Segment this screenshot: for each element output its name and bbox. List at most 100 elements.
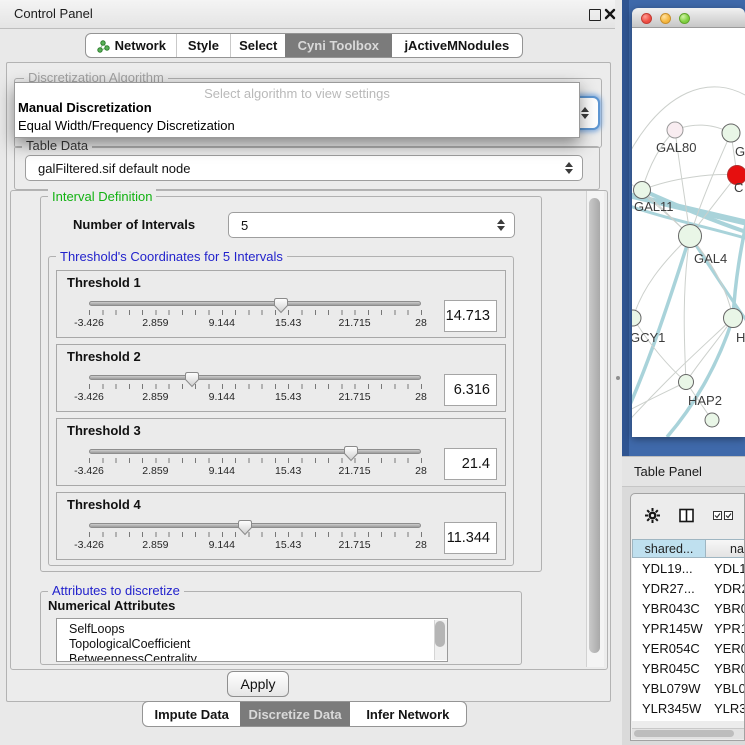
slider-track[interactable] bbox=[89, 523, 421, 528]
network-node[interactable] bbox=[724, 309, 743, 328]
slider-tick-label: 28 bbox=[415, 317, 427, 329]
table-cell: YDR27... bbox=[632, 581, 706, 596]
slider-track[interactable] bbox=[89, 375, 421, 380]
mac-zoom-icon[interactable] bbox=[679, 13, 690, 24]
number-of-intervals-combobox[interactable]: 5 bbox=[228, 212, 515, 238]
network-node[interactable] bbox=[705, 413, 719, 427]
attributes-list-scrollbar-thumb[interactable] bbox=[435, 621, 445, 647]
threshold-value-field[interactable]: 14.713 bbox=[444, 300, 497, 332]
table-row[interactable]: YDL19...YDL1 bbox=[632, 558, 745, 578]
checkbox-icon[interactable] bbox=[713, 511, 722, 520]
table-row[interactable]: YBL079WYBL0 bbox=[632, 678, 745, 698]
threshold-value-field[interactable]: 11.344 bbox=[444, 522, 497, 554]
numerical-attributes-list[interactable]: SelfLoopsTopologicalCoefficientBetweenne… bbox=[56, 618, 448, 662]
network-node[interactable] bbox=[679, 225, 702, 248]
network-node-label: GA bbox=[735, 144, 745, 159]
tab-select[interactable]: Select bbox=[230, 34, 285, 57]
vertical-scrollbar-thumb[interactable] bbox=[589, 198, 600, 653]
slider-scale-labels: -3.4262.8599.14415.4321.71528 bbox=[89, 465, 421, 477]
tab-network[interactable]: Network bbox=[86, 34, 176, 57]
threshold-panel: Threshold 4 -3.4262.8599.14415.4321.7152… bbox=[56, 492, 506, 560]
gear-icon[interactable] bbox=[644, 507, 661, 524]
close-icon[interactable] bbox=[604, 8, 616, 20]
column-header-shared[interactable]: shared... bbox=[632, 539, 706, 558]
number-of-intervals-value: 5 bbox=[241, 218, 248, 233]
threshold-label: Threshold 2 bbox=[67, 349, 141, 364]
control-panel-tabbar: Network Style Select Cyni Toolbox jActiv… bbox=[85, 33, 523, 58]
tab-label: Style bbox=[188, 38, 219, 53]
slider-tick-label: 9.144 bbox=[209, 465, 235, 477]
table-row[interactable]: YBR043CYBR0 bbox=[632, 598, 745, 618]
threshold-value-field[interactable]: 6.316 bbox=[444, 374, 497, 406]
table-cell: YER054C bbox=[632, 641, 706, 656]
network-view-window[interactable]: GAL80GACGAL11GAL4GCY1HHAP2 bbox=[632, 8, 745, 437]
tab-jactivemnodules[interactable]: jActiveMNodules bbox=[392, 34, 522, 57]
float-window-icon[interactable] bbox=[589, 9, 601, 21]
tab-style[interactable]: Style bbox=[176, 34, 231, 57]
slider-tick-label: 28 bbox=[415, 539, 427, 551]
threshold-slider[interactable]: -3.4262.8599.14415.4321.71528 bbox=[89, 371, 421, 409]
table-data-group-title: Table Data bbox=[22, 138, 92, 153]
dropdown-option-equal-width-frequency[interactable]: Equal Width/Frequency Discretization bbox=[18, 118, 235, 133]
mac-close-icon[interactable] bbox=[641, 13, 652, 24]
table-cell: YBL079W bbox=[632, 681, 706, 696]
mac-minimize-icon[interactable] bbox=[660, 13, 671, 24]
slider-track[interactable] bbox=[89, 449, 421, 454]
panel-splitter-handle[interactable] bbox=[616, 376, 620, 380]
network-node-label: GAL11 bbox=[634, 199, 674, 214]
table-cell: YBR0 bbox=[706, 661, 745, 676]
network-node[interactable] bbox=[722, 124, 740, 142]
attribute-item[interactable]: BetweennessCentrality bbox=[57, 652, 447, 662]
threshold-slider[interactable]: -3.4262.8599.14415.4321.71528 bbox=[89, 519, 421, 557]
table-cell: YIL052C bbox=[632, 721, 706, 722]
column-header-name[interactable]: na bbox=[706, 539, 745, 558]
table-row[interactable]: YDR27...YDR2 bbox=[632, 578, 745, 598]
attribute-item[interactable]: TopologicalCoefficient bbox=[57, 637, 447, 652]
network-window-titlebar[interactable] bbox=[632, 8, 745, 28]
table-row[interactable]: YIL052CYIL0 bbox=[632, 718, 745, 721]
threshold-label: Threshold 3 bbox=[67, 423, 141, 438]
checkbox-icon[interactable] bbox=[724, 511, 733, 520]
network-node[interactable] bbox=[632, 310, 641, 326]
attribute-item[interactable]: SelfLoops bbox=[57, 622, 447, 637]
table-header-row: shared... na bbox=[632, 539, 745, 558]
algorithm-dropdown-popup: Select algorithm to view settings Manual… bbox=[14, 82, 580, 138]
tab-cyni-toolbox[interactable]: Cyni Toolbox bbox=[285, 34, 392, 57]
tab-impute-data[interactable]: Impute Data bbox=[143, 702, 240, 726]
table-cell: YLR3 bbox=[706, 701, 745, 716]
threshold-value-field[interactable]: 21.4 bbox=[444, 448, 497, 480]
slider-tick-label: 21.715 bbox=[339, 317, 371, 329]
threshold-slider[interactable]: -3.4262.8599.14415.4321.71528 bbox=[89, 297, 421, 335]
horizontal-scrollbar-thumb[interactable] bbox=[634, 730, 734, 737]
network-node[interactable] bbox=[634, 182, 651, 199]
slider-ticks bbox=[89, 532, 422, 537]
table-row[interactable]: YLR345WYLR3 bbox=[632, 698, 745, 718]
table-cell: YLR345W bbox=[632, 701, 706, 716]
table-cell: YBR043C bbox=[632, 601, 706, 616]
network-node[interactable] bbox=[667, 122, 683, 138]
slider-tick-label: 15.43 bbox=[275, 317, 301, 329]
slider-scale-labels: -3.4262.8599.14415.4321.71528 bbox=[89, 539, 421, 551]
tab-label: Impute Data bbox=[154, 707, 228, 722]
dropdown-prompt-item[interactable]: Select algorithm to view settings bbox=[15, 86, 579, 101]
slider-tick-label: 21.715 bbox=[339, 539, 371, 551]
tab-discretize-data[interactable]: Discretize Data bbox=[240, 702, 349, 726]
apply-button[interactable]: Apply bbox=[227, 671, 289, 697]
table-row[interactable]: YPR145WYPR1 bbox=[632, 618, 745, 638]
combo-arrows-icon bbox=[581, 107, 589, 119]
slider-tick-label: 9.144 bbox=[209, 391, 235, 403]
table-row[interactable]: YER054CYER0 bbox=[632, 638, 745, 658]
slider-tick-label: 2.859 bbox=[142, 539, 168, 551]
table-data-combobox[interactable]: galFiltered.sif default node bbox=[25, 155, 583, 181]
dropdown-option-manual-discretization[interactable]: Manual Discretization bbox=[18, 100, 152, 115]
slider-track[interactable] bbox=[89, 301, 421, 306]
slider-tick-label: 9.144 bbox=[209, 539, 235, 551]
network-canvas[interactable]: GAL80GACGAL11GAL4GCY1HHAP2 bbox=[632, 28, 745, 437]
table-row[interactable]: YBR045CYBR0 bbox=[632, 658, 745, 678]
table-cell: YBL0 bbox=[706, 681, 745, 696]
tab-infer-network[interactable]: Infer Network bbox=[350, 702, 466, 726]
threshold-slider[interactable]: -3.4262.8599.14415.4321.71528 bbox=[89, 445, 421, 483]
table-cell: YER0 bbox=[706, 641, 745, 656]
network-node[interactable] bbox=[679, 375, 694, 390]
split-columns-icon[interactable] bbox=[679, 508, 694, 523]
